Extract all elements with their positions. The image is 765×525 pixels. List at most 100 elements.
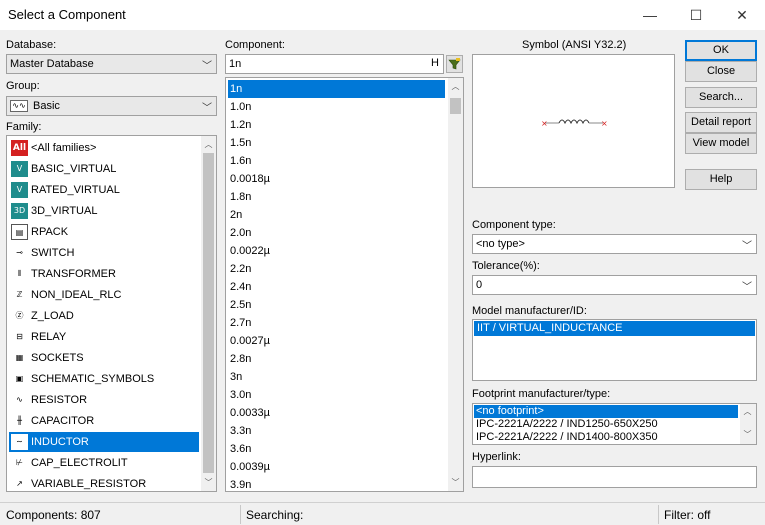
model-manufacturer-label: Model manufacturer/ID: — [472, 305, 587, 317]
component-item[interactable]: 0.0018µ — [228, 170, 445, 188]
component-item[interactable]: 1.8n — [228, 188, 445, 206]
family-item[interactable]: ∼ INDUCTOR — [9, 432, 199, 452]
family-item[interactable]: ℤ NON_IDEAL_RLC — [9, 285, 199, 305]
footprint-scrollbar[interactable]: ︿ ﹀ — [740, 404, 756, 444]
family-scrollbar[interactable]: ︿ ﹀ — [201, 136, 216, 491]
family-item[interactable]: ⊸ SWITCH — [9, 243, 199, 263]
family-item[interactable]: ⊟ RELAY — [9, 327, 199, 347]
help-button[interactable]: Help — [685, 169, 757, 190]
family-item-label: RELAY — [31, 331, 67, 343]
scroll-down-icon[interactable]: ﹀ — [448, 477, 463, 489]
component-item[interactable]: 3n — [228, 368, 445, 386]
component-item[interactable]: 0.0027µ — [228, 332, 445, 350]
family-item[interactable]: All <All families> — [9, 138, 199, 158]
component-item[interactable]: 0.0039µ — [228, 458, 445, 476]
status-separator — [240, 505, 241, 524]
view-model-button[interactable]: View model — [685, 133, 757, 154]
family-item[interactable]: ⫴ TRANSFORMER — [9, 264, 199, 284]
family-item[interactable]: V BASIC_VIRTUAL — [9, 159, 199, 179]
family-item[interactable]: ▦ SOCKETS — [9, 348, 199, 368]
component-item[interactable]: 1.2n — [228, 116, 445, 134]
family-item-label: TRANSFORMER — [31, 268, 116, 280]
family-item[interactable]: ╫ CAPACITOR — [9, 411, 199, 431]
component-search-input[interactable]: 1n H — [225, 54, 444, 74]
component-item[interactable]: 1n — [228, 80, 445, 98]
scroll-up-icon[interactable]: ︿ — [448, 81, 463, 93]
family-item[interactable]: ▣ SCHEMATIC_SYMBOLS — [9, 369, 199, 389]
family-item[interactable]: V RATED_VIRTUAL — [9, 180, 199, 200]
component-item[interactable]: 2.7n — [228, 314, 445, 332]
footprint-label: Footprint manufacturer/type: — [472, 388, 611, 400]
component-item[interactable]: 2n — [228, 206, 445, 224]
family-item-label: CAP_ELECTROLIT — [31, 457, 128, 469]
model-manufacturer-item[interactable]: IIT / VIRTUAL_INDUCTANCE — [474, 321, 755, 336]
component-list[interactable]: 1n 1.0n 1.2n 1.5n 1.6n 0.0018µ 1.8n 2n 2.0n 0.002… — [225, 77, 464, 492]
chevron-down-icon: ﹀ — [202, 103, 212, 114]
component-item[interactable]: 2.8n — [228, 350, 445, 368]
component-item[interactable]: 1.0n — [228, 98, 445, 116]
component-item[interactable]: 2.0n — [228, 224, 445, 242]
component-item[interactable]: 0.0022µ — [228, 242, 445, 260]
footprint-item[interactable]: <no footprint> — [474, 405, 738, 418]
scroll-up-icon[interactable]: ︿ — [740, 406, 755, 418]
database-select[interactable]: Master Database ﹀ — [6, 54, 217, 74]
rpack-icon: ▤ — [11, 224, 28, 240]
component-item[interactable]: 1.5n — [228, 134, 445, 152]
hyperlink-label: Hyperlink: — [472, 451, 521, 463]
component-item[interactable]: 0.0033µ — [228, 404, 445, 422]
close-window-button[interactable]: ✕ — [719, 0, 765, 30]
component-item[interactable]: 3.0n — [228, 386, 445, 404]
scroll-up-icon[interactable]: ︿ — [201, 139, 216, 151]
filter-button[interactable] — [446, 55, 463, 73]
component-type-select[interactable]: <no type> ﹀ — [472, 234, 757, 254]
database-label: Database: — [6, 39, 57, 51]
model-manufacturer-list[interactable]: IIT / VIRTUAL_INDUCTANCE — [472, 319, 757, 381]
component-item[interactable]: 2.5n — [228, 296, 445, 314]
family-list[interactable]: All <All families> V BASIC_VIRTUAL V RATED_VI… — [6, 135, 217, 492]
family-item[interactable]: ▤ RPACK — [9, 222, 199, 242]
component-scrollbar[interactable]: ︿ ﹀ — [448, 78, 463, 491]
component-item[interactable]: 2.4n — [228, 278, 445, 296]
hyperlink-field[interactable] — [472, 466, 757, 488]
ok-button[interactable]: OK — [685, 40, 757, 61]
group-value: Basic — [33, 100, 60, 112]
footprint-item[interactable]: IPC-2221A/2222 / IND1250-650X250 — [474, 418, 658, 431]
family-item[interactable]: ⊬ CAP_ELECTROLIT — [9, 453, 199, 473]
component-item[interactable]: 3.3n — [228, 422, 445, 440]
minimize-button[interactable]: — — [627, 0, 673, 30]
family-item[interactable]: Ⓩ Z_LOAD — [9, 306, 199, 326]
footprint-list[interactable]: <no footprint> IPC-2221A/2222 / IND1250-… — [472, 403, 757, 445]
rated-virtual-icon: V — [11, 182, 28, 198]
component-item[interactable]: 1.6n — [228, 152, 445, 170]
close-button[interactable]: Close — [685, 61, 757, 82]
maximize-button[interactable]: ☐ — [673, 0, 719, 30]
family-label: Family: — [6, 121, 42, 133]
family-item[interactable]: 3D 3D_VIRTUAL — [9, 201, 199, 221]
component-item[interactable]: 3.6n — [228, 440, 445, 458]
relay-icon: ⊟ — [11, 329, 28, 345]
scrollbar-thumb[interactable] — [450, 98, 461, 114]
chevron-down-icon: ﹀ — [202, 61, 212, 72]
scrollbar-thumb[interactable] — [203, 153, 214, 473]
footprint-item[interactable]: IPC-2221A/2222 / IND1400-800X350 — [474, 431, 658, 444]
scroll-down-icon[interactable]: ﹀ — [740, 429, 755, 441]
component-item[interactable]: 2.2n — [228, 260, 445, 278]
component-item[interactable]: 3.9n — [228, 476, 445, 491]
family-item-label: SOCKETS — [31, 352, 84, 364]
svg-text:×: × — [541, 119, 548, 128]
searching-status: Searching: — [246, 508, 304, 522]
detail-report-button[interactable]: Detail report — [685, 112, 757, 133]
family-item[interactable]: ∿ RESISTOR — [9, 390, 199, 410]
component-type-label: Component type: — [472, 219, 556, 231]
group-select[interactable]: ∿∿ Basic ﹀ — [6, 96, 217, 116]
search-button[interactable]: Search... — [685, 87, 757, 108]
group-label: Group: — [6, 80, 40, 92]
family-item-label: CAPACITOR — [31, 415, 95, 427]
h-button[interactable]: H — [431, 57, 439, 69]
tolerance-select[interactable]: 0 ﹀ — [472, 275, 757, 295]
scroll-down-icon[interactable]: ﹀ — [201, 477, 216, 489]
3d-virtual-icon: 3D — [11, 203, 28, 219]
family-item-label: BASIC_VIRTUAL — [31, 163, 117, 175]
database-value: Master Database — [10, 58, 94, 70]
family-item[interactable]: ↗ VARIABLE_RESISTOR — [9, 474, 199, 491]
